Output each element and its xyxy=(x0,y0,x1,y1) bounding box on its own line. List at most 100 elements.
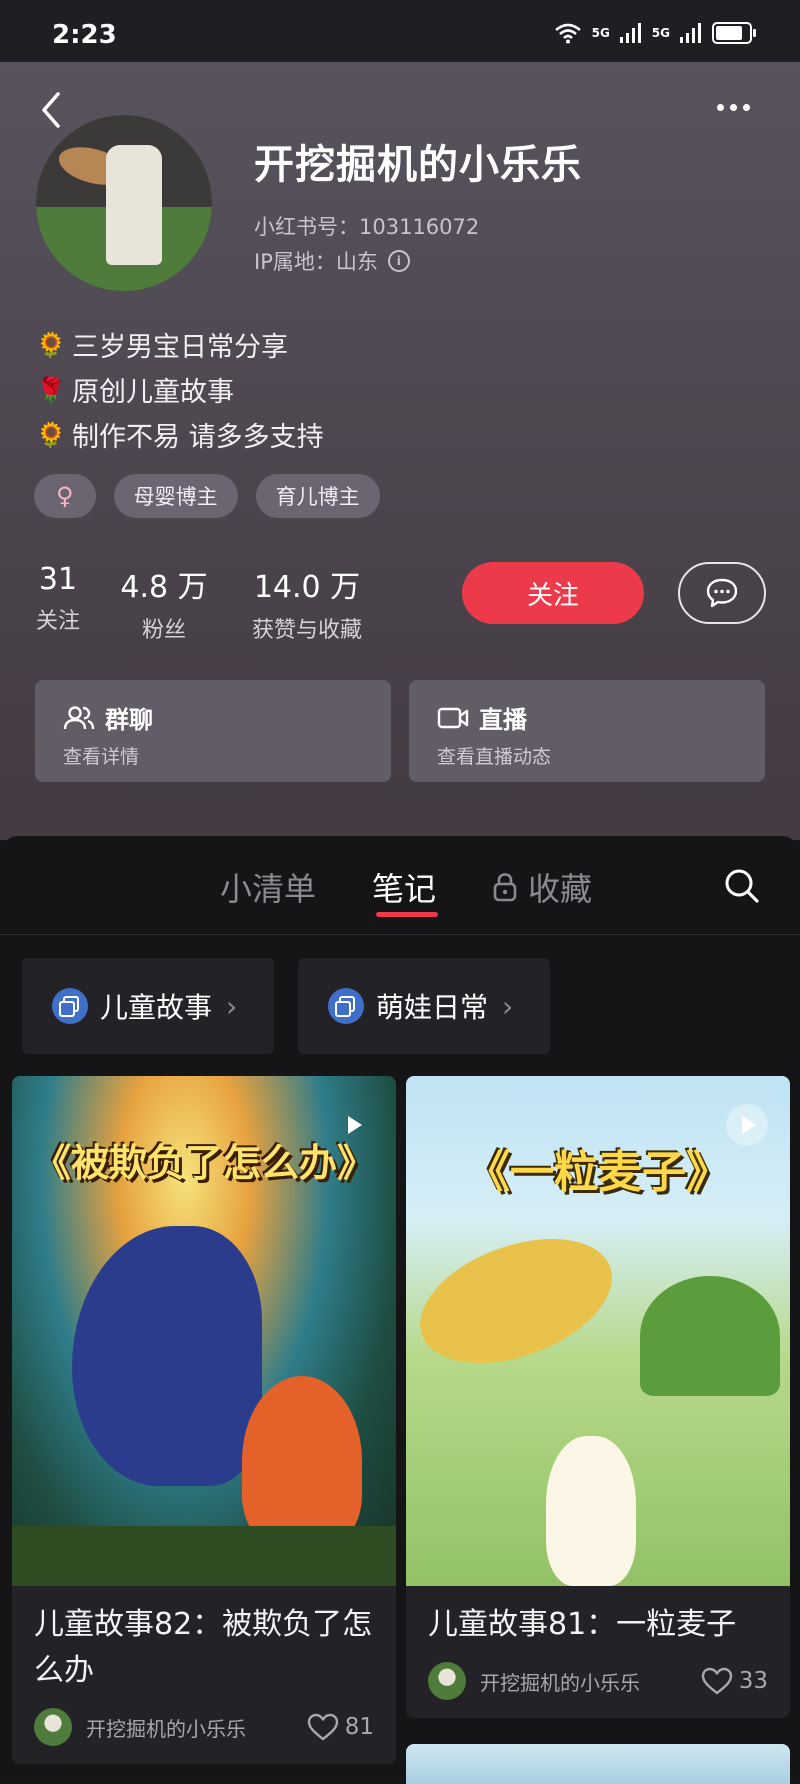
message-button[interactable] xyxy=(678,562,766,624)
fox-figure xyxy=(242,1376,362,1546)
live-camera-icon xyxy=(437,707,469,728)
post-meta: 开挖掘机的小乐乐 81 xyxy=(12,1694,396,1764)
ip-location: IP属地：山东 i xyxy=(254,246,410,276)
network-type-1: 5G xyxy=(591,26,610,40)
bio-text: 原创儿童故事 xyxy=(72,377,234,408)
cover-title: 《一粒麦子》 xyxy=(466,1147,730,1198)
lock-icon xyxy=(493,873,517,902)
collection-baby-daily[interactable]: 萌娃日常 › xyxy=(298,958,550,1054)
more-dot xyxy=(730,104,737,111)
collection-icon xyxy=(328,988,364,1024)
card-subtitle: 查看详情 xyxy=(63,746,140,768)
chevron-right-icon: › xyxy=(226,989,238,1023)
follow-button[interactable]: 关注 xyxy=(462,562,644,624)
avatar-figure xyxy=(106,145,162,265)
more-options-button[interactable] xyxy=(714,96,764,126)
bio-line: 🌹 原创儿童故事 xyxy=(36,370,234,409)
wheat-ear xyxy=(406,1215,629,1387)
tag-list: ♀ 母婴博主 育儿博主 xyxy=(34,474,380,518)
author-name[interactable]: 开挖掘机的小乐乐 xyxy=(480,1667,701,1696)
forest-floor xyxy=(12,1526,396,1586)
author-avatar[interactable] xyxy=(428,1662,466,1700)
rabbit-figure xyxy=(546,1436,636,1586)
bio-text: 三岁男宝日常分享 xyxy=(72,332,288,363)
battery-icon xyxy=(712,22,756,44)
post-card[interactable]: 《一粒麦子》 儿童故事81：一粒麦子 开挖掘机的小乐乐 33 xyxy=(406,1076,790,1718)
ip-location-text: IP属地：山东 xyxy=(254,250,378,274)
group-chat-icon xyxy=(63,705,95,729)
avatar[interactable] xyxy=(36,115,212,291)
heart-icon xyxy=(701,1667,732,1695)
stat-label: 粉丝 xyxy=(141,618,186,643)
tab-notes[interactable]: 笔记 xyxy=(372,864,436,910)
post-title: 儿童故事82：被欺负了怎么办 xyxy=(34,1607,373,1688)
like-count: 81 xyxy=(344,1714,374,1740)
user-id[interactable]: 小红书号：103116072 xyxy=(254,211,479,241)
more-dot xyxy=(743,104,750,111)
tab-list[interactable]: 小清单 xyxy=(220,864,316,910)
like-button[interactable]: 33 xyxy=(701,1667,768,1695)
author-name[interactable]: 开挖掘机的小乐乐 xyxy=(86,1713,307,1742)
post-cover: 《一粒麦子》 xyxy=(406,1076,790,1586)
collection-label: 萌娃日常 xyxy=(376,991,489,1024)
collection-icon xyxy=(52,988,88,1024)
video-play-icon xyxy=(726,1104,768,1146)
collection-label: 儿童故事 xyxy=(100,991,213,1024)
active-tab-indicator xyxy=(376,912,438,917)
post-title: 儿童故事81：一粒麦子 xyxy=(428,1607,737,1642)
author-avatar[interactable] xyxy=(34,1708,72,1746)
live-stream-card[interactable]: 直播 查看直播动态 xyxy=(409,680,765,782)
video-play-icon xyxy=(332,1104,374,1146)
sunflower-icon: 🌻 xyxy=(36,330,66,359)
wifi-icon xyxy=(554,23,581,44)
search-icon xyxy=(725,869,759,903)
network-type-2: 5G xyxy=(651,26,670,40)
group-chat-card[interactable]: 群聊 查看详情 xyxy=(35,680,391,782)
stat-following[interactable]: 31 关注 xyxy=(30,562,86,635)
stat-value: 31 xyxy=(38,562,78,597)
chevron-right-icon: › xyxy=(502,989,514,1023)
tab-favorites[interactable]: 收藏 xyxy=(492,864,592,910)
wolf-figure xyxy=(72,1226,262,1486)
like-button[interactable]: 81 xyxy=(307,1713,374,1741)
stat-followers[interactable]: 4.8 万 粉丝 xyxy=(116,562,212,644)
stat-label: 关注 xyxy=(35,609,80,634)
stat-label: 获赞与收藏 xyxy=(251,618,362,643)
username: 开挖掘机的小乐乐 xyxy=(254,142,582,188)
sunflower-icon: 🌻 xyxy=(36,420,66,449)
signal-icon xyxy=(619,23,641,43)
chat-bubble-icon xyxy=(706,578,738,608)
tag-mother-baby[interactable]: 母婴博主 xyxy=(113,474,238,518)
tag-parenting[interactable]: 育儿博主 xyxy=(255,474,380,518)
bio-text: 制作不易 请多多支持 xyxy=(72,422,324,453)
post-card[interactable]: 《被欺负了怎么办》 儿童故事82：被欺负了怎么办 开挖掘机的小乐乐 81 xyxy=(12,1076,396,1764)
info-icon[interactable]: i xyxy=(387,250,410,272)
status-time: 2:23 xyxy=(52,20,117,50)
card-title: 群聊 xyxy=(63,700,153,735)
card-title-text: 直播 xyxy=(479,706,527,734)
female-icon: ♀ xyxy=(56,482,74,510)
tab-bar: 小清单 笔记 收藏 xyxy=(0,836,800,935)
next-post-cover-peek[interactable] xyxy=(406,1744,790,1784)
card-title-text: 群聊 xyxy=(105,706,153,734)
like-count: 33 xyxy=(738,1668,768,1694)
post-cover: 《被欺负了怎么办》 xyxy=(12,1076,396,1586)
card-title: 直播 xyxy=(437,700,527,735)
tab-favorites-label: 收藏 xyxy=(528,870,593,908)
bio-line: 🌻 制作不易 请多多支持 xyxy=(36,415,324,454)
card-subtitle: 查看直播动态 xyxy=(437,746,552,768)
more-dots-icon xyxy=(717,104,724,111)
stat-likes-and-saves[interactable]: 14.0 万 获赞与收藏 xyxy=(240,562,374,644)
signal-icon xyxy=(680,23,701,43)
stat-value: 4.8 万 xyxy=(120,570,208,605)
trees xyxy=(640,1276,780,1396)
stat-value: 14.0 万 xyxy=(253,570,361,605)
bio-line: 🌻 三岁男宝日常分享 xyxy=(36,325,288,364)
status-icons: 5G 5G xyxy=(554,22,756,44)
search-button[interactable] xyxy=(722,866,762,906)
collection-children-stories[interactable]: 儿童故事 › xyxy=(22,958,274,1054)
post-meta: 开挖掘机的小乐乐 33 xyxy=(406,1648,790,1718)
gender-tag: ♀ xyxy=(34,474,96,518)
heart-icon xyxy=(307,1713,338,1741)
rose-icon: 🌹 xyxy=(36,375,66,404)
